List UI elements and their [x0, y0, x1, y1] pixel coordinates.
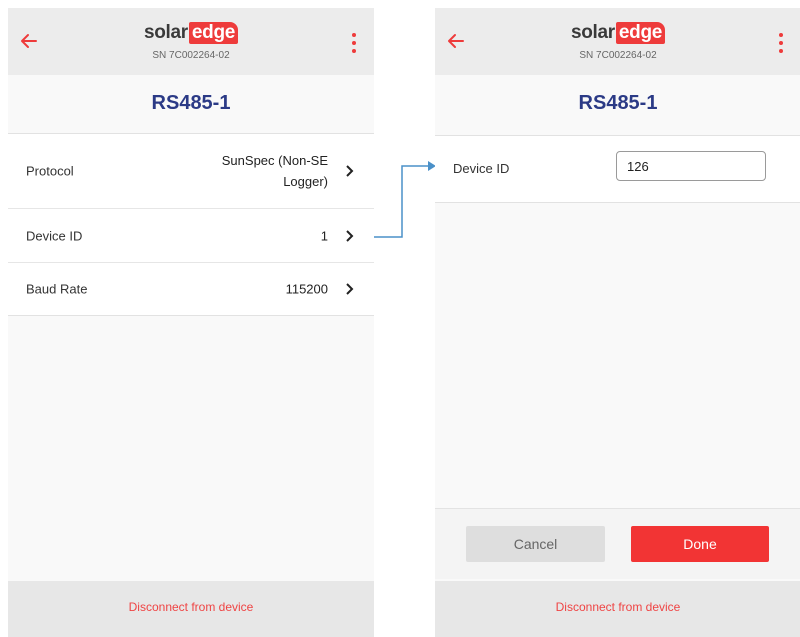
cancel-button[interactable]: Cancel	[466, 526, 605, 562]
serial-number: SN 7C002264-02	[579, 50, 657, 61]
phone-screen-protocol-settings: solar edge SN 7C002264-02 RS485-1 Protoco…	[8, 8, 374, 637]
protocol-row[interactable]: Protocol SunSpec (Non-SE Logger)	[8, 134, 374, 209]
solaredge-logo: solar edge	[435, 22, 800, 44]
device-id-row[interactable]: Device ID 1	[8, 209, 374, 263]
logo-text-edge: edge	[188, 22, 239, 44]
device-id-field-card: Device ID	[435, 135, 800, 203]
device-id-label: Device ID	[453, 161, 510, 176]
settings-list: Protocol SunSpec (Non-SE Logger) Device …	[8, 133, 374, 316]
app-header: solar edge SN 7C002264-02	[8, 8, 374, 75]
logo-text-edge: edge	[615, 22, 666, 44]
disconnect-button[interactable]: Disconnect from device	[8, 581, 374, 637]
page-title: RS485-1	[151, 92, 231, 114]
phone-screen-device-id-edit: solar edge SN 7C002264-02 RS485-1 Device …	[435, 8, 800, 637]
device-id-input[interactable]	[616, 151, 766, 181]
chevron-right-icon	[346, 229, 354, 242]
baud-rate-value: 115200	[285, 281, 328, 297]
protocol-value: SunSpec (Non-SE Logger)	[221, 153, 328, 189]
baud-rate-label: Baud Rate	[26, 281, 88, 297]
serial-number: SN 7C002264-02	[152, 50, 230, 61]
flow-arrow-icon	[374, 161, 436, 238]
more-options-icon[interactable]	[777, 32, 785, 54]
chevron-right-icon	[346, 283, 354, 295]
dialog-actions: Cancel Done	[435, 508, 800, 579]
done-button[interactable]: Done	[631, 526, 769, 562]
device-id-label: Device ID	[26, 228, 83, 243]
logo-text-solar: solar	[143, 22, 188, 43]
protocol-label: Protocol	[26, 163, 74, 179]
chevron-right-icon	[346, 165, 354, 177]
page-title: RS485-1	[578, 92, 658, 114]
solaredge-logo: solar edge	[8, 22, 374, 44]
device-id-value: 1	[320, 228, 328, 243]
logo-text-solar: solar	[570, 22, 615, 43]
more-options-icon[interactable]	[350, 32, 358, 54]
app-header: solar edge SN 7C002264-02	[435, 8, 800, 75]
disconnect-button[interactable]: Disconnect from device	[435, 581, 800, 637]
baud-rate-row[interactable]: Baud Rate 115200	[8, 263, 374, 315]
